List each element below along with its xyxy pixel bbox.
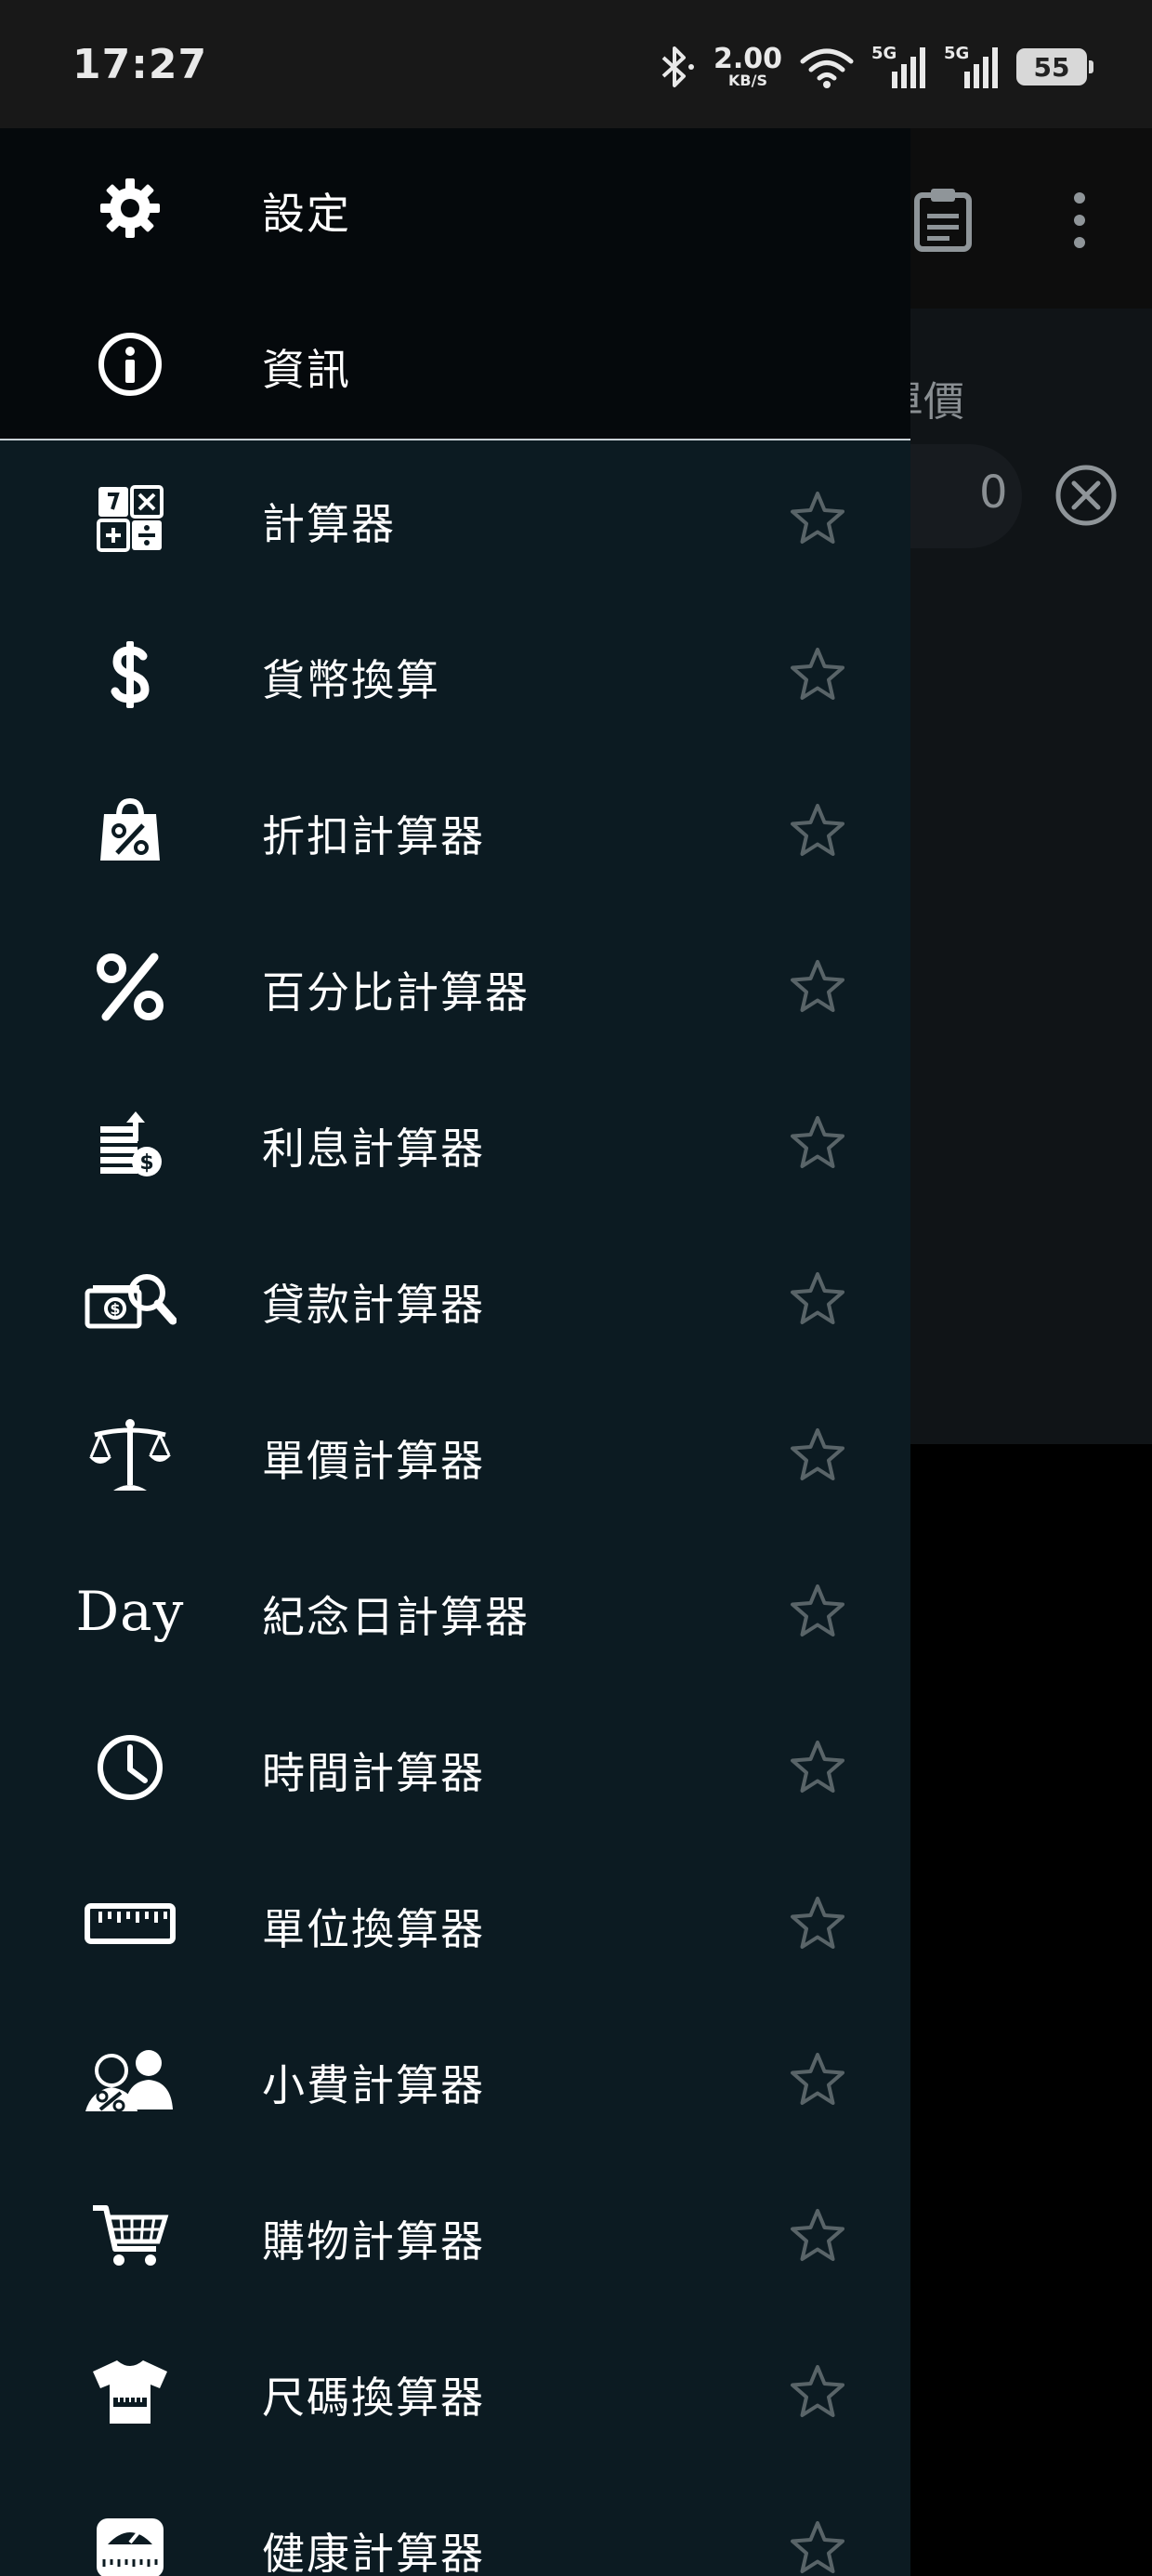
favorite-star-icon[interactable] [788, 2050, 847, 2109]
drawer-item-anniversary[interactable]: Day 紀念日計算器 [0, 1533, 910, 1689]
net-speed: 2.00 KB/S [713, 46, 782, 88]
favorite-star-icon[interactable] [788, 1426, 847, 1485]
drawer-item-label: 貸款計算器 [262, 1280, 485, 1330]
favorite-star-icon[interactable] [788, 2518, 847, 2576]
battery-icon: 55 [1016, 48, 1093, 85]
day-icon-text: Day [75, 1580, 185, 1643]
drawer-item-label: 利息計算器 [262, 1124, 485, 1174]
drawer-item-size[interactable]: 尺碼換算器 [0, 2314, 910, 2470]
net-speed-value: 2.00 [713, 43, 782, 75]
favorite-star-icon[interactable] [788, 957, 847, 1017]
favorite-star-icon[interactable] [788, 1582, 847, 1641]
ruler-icon [78, 1888, 182, 1959]
drawer-item-loan[interactable]: $ 貸款計算器 [0, 1221, 910, 1377]
drawer-item-label: 健康計算器 [262, 2529, 485, 2576]
interest-icon: $ [78, 1108, 182, 1178]
drawer-item-label: 設定 [262, 189, 351, 239]
tip-icon [78, 2044, 182, 2115]
favorite-star-icon[interactable] [788, 489, 847, 548]
drawer-item-percentage[interactable]: 百分比計算器 [0, 909, 910, 1065]
status-bar: 17:27 2.00 KB/S 5G 5G 55 [0, 0, 1152, 128]
drawer-item-discount[interactable]: 折扣計算器 [0, 753, 910, 909]
unit-price-value: 0 [979, 467, 1008, 519]
favorite-star-icon[interactable] [788, 2206, 847, 2266]
favorite-star-icon[interactable] [788, 1113, 847, 1173]
drawer-item-label: 計算器 [262, 499, 396, 549]
scale-icon [78, 1419, 182, 1491]
percent-icon [78, 952, 182, 1022]
status-time: 17:27 [72, 41, 208, 88]
drawer-item-label: 小費計算器 [262, 2060, 485, 2110]
wifi-icon [799, 45, 855, 89]
clear-icon[interactable] [1054, 463, 1119, 528]
navigation-drawer: 設定 資訊 計算器 貨幣換算 折扣計算器 百分比計算器 $ 利息計算器 $ 貸款… [0, 128, 910, 2576]
clipboard-icon[interactable] [912, 186, 974, 253]
favorite-star-icon[interactable] [788, 1269, 847, 1329]
drawer-item-shopping[interactable]: 購物計算器 [0, 2158, 910, 2314]
favorite-star-icon[interactable] [788, 1894, 847, 1953]
drawer-item-info[interactable]: 資訊 [0, 284, 910, 440]
drawer-item-health[interactable]: 健康計算器 [0, 2470, 910, 2576]
signal-icon-2: 5G [944, 44, 1000, 90]
favorite-star-icon[interactable] [788, 2362, 847, 2422]
svg-text:$: $ [139, 1151, 153, 1175]
calculator-icon [78, 483, 182, 554]
drawer-item-label: 百分比計算器 [262, 967, 530, 1018]
drawer-item-label: 折扣計算器 [262, 811, 485, 861]
discount-bag-icon [78, 795, 182, 866]
clock-icon [78, 1732, 182, 1803]
drawer-item-label: 貨幣換算 [262, 655, 440, 705]
status-icons: 2.00 KB/S 5G 5G 55 [656, 41, 1093, 93]
drawer-header-menu: 設定 資訊 [0, 128, 910, 440]
drawer-item-label: 購物計算器 [262, 2216, 485, 2267]
info-icon [87, 331, 173, 398]
drawer-item-interest[interactable]: $ 利息計算器 [0, 1065, 910, 1221]
drawer-item-label: 時間計算器 [262, 1748, 485, 1798]
calculator-menu-list: 計算器 貨幣換算 折扣計算器 百分比計算器 $ 利息計算器 $ 貸款計算器 單價… [0, 440, 910, 2576]
svg-text:$: $ [110, 1300, 120, 1318]
gear-icon [87, 175, 173, 242]
signal-icon-1: 5G [871, 44, 927, 90]
net-speed-unit: KB/S [728, 72, 767, 89]
more-options-icon[interactable] [1068, 190, 1091, 251]
drawer-item-tip[interactable]: 小費計算器 [0, 2002, 910, 2158]
bluetooth-icon [656, 45, 697, 89]
drawer-item-currency[interactable]: 貨幣換算 [0, 597, 910, 753]
weight-scale-icon [78, 2513, 182, 2576]
drawer-item-label: 紀念日計算器 [262, 1592, 530, 1642]
day-icon: Day [69, 1576, 191, 1647]
tshirt-icon [78, 2357, 182, 2427]
drawer-item-time[interactable]: 時間計算器 [0, 1689, 910, 1846]
loan-icon: $ [78, 1264, 182, 1334]
dollar-icon [78, 639, 182, 710]
drawer-item-unit-price[interactable]: 單價計算器 [0, 1377, 910, 1533]
drawer-item-label: 單價計算器 [262, 1436, 485, 1486]
favorite-star-icon[interactable] [788, 645, 847, 704]
favorite-star-icon[interactable] [788, 801, 847, 861]
drawer-item-settings[interactable]: 設定 [0, 128, 910, 284]
favorite-star-icon[interactable] [788, 1738, 847, 1797]
drawer-item-unit-converter[interactable]: 單位換算器 [0, 1846, 910, 2002]
cart-icon [78, 2201, 182, 2271]
drawer-item-label: 資訊 [262, 345, 351, 395]
drawer-item-label: 單位換算器 [262, 1904, 485, 1954]
drawer-item-label: 尺碼換算器 [262, 2372, 485, 2423]
drawer-item-calculator[interactable]: 計算器 [0, 440, 910, 597]
